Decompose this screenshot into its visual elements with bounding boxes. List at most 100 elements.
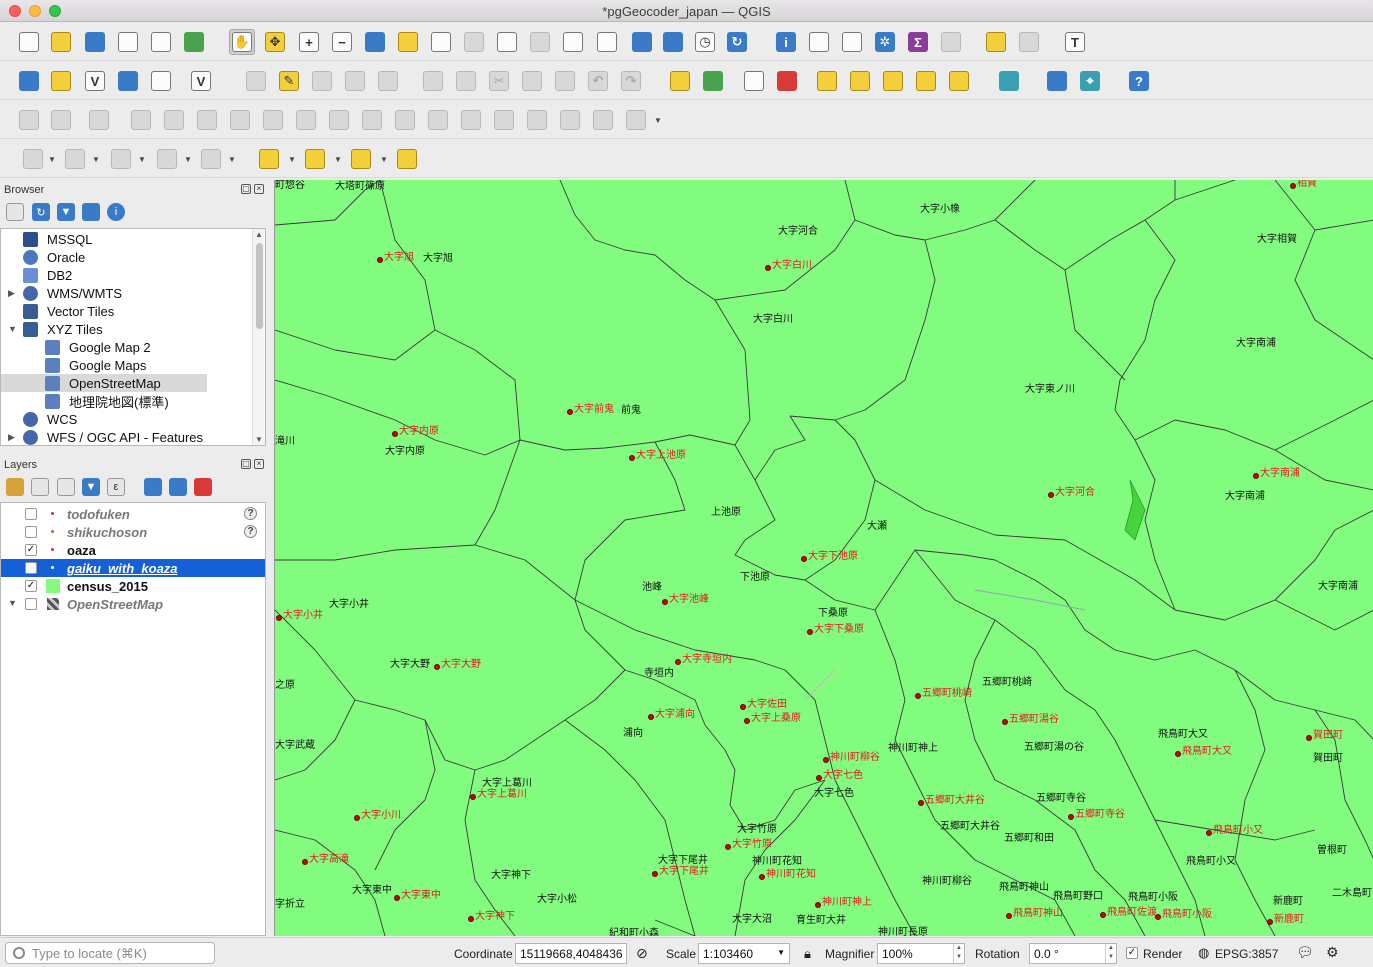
statistical-summary-button[interactable]: Σ	[905, 29, 931, 55]
layer-warning-icon[interactable]: ?	[244, 525, 257, 538]
select-location-button[interactable]	[394, 146, 420, 172]
rectangle-digitize-button[interactable]	[154, 146, 180, 172]
layer-item[interactable]: todofuken?	[1, 505, 265, 523]
crs-plugin-button[interactable]: ⌖	[1077, 68, 1103, 94]
zoom-in-button[interactable]: +	[296, 29, 322, 55]
delete-selected-button[interactable]	[453, 68, 479, 94]
add-virtual-layer-button[interactable]	[148, 68, 174, 94]
redo-button[interactable]: ↷	[618, 68, 644, 94]
modify-attributes-button[interactable]	[420, 68, 446, 94]
pan-map-button[interactable]: ✋	[229, 29, 255, 55]
measure-line-button[interactable]	[938, 29, 964, 55]
reverse-line-button[interactable]	[590, 107, 616, 133]
rotate-symbols-button[interactable]	[557, 107, 583, 133]
toggle-editing-button[interactable]: ✎	[276, 68, 302, 94]
browser-item[interactable]: ▼ XYZ Tiles	[1, 320, 253, 338]
collapse-all-icon[interactable]	[82, 203, 100, 221]
current-edits-button[interactable]	[243, 68, 269, 94]
save-project-button[interactable]	[82, 29, 108, 55]
browser-item[interactable]: Vector Tiles	[1, 302, 253, 320]
layer-visibility-checkbox[interactable]	[25, 508, 37, 520]
browser-scrollbar[interactable]: ▲ ▼	[252, 229, 265, 445]
open-project-button[interactable]	[48, 29, 74, 55]
add-vector-layer-button[interactable]: V	[82, 68, 108, 94]
scroll-down-icon[interactable]: ▼	[255, 435, 263, 444]
digitize-button[interactable]	[342, 68, 368, 94]
layer-visibility-checkbox[interactable]	[25, 526, 37, 538]
show-hide-labels-button[interactable]	[847, 68, 873, 94]
vertex-points-button[interactable]	[86, 107, 112, 133]
text-annotation-button[interactable]: T	[1062, 29, 1088, 55]
copy-features-button[interactable]	[519, 68, 545, 94]
scrollbar-thumb[interactable]	[256, 243, 263, 329]
browser-item[interactable]: MSSQL	[1, 230, 253, 248]
merge-features-button[interactable]	[491, 107, 517, 133]
add-wms-button[interactable]	[115, 68, 141, 94]
new-project-button[interactable]	[16, 29, 42, 55]
crs-button[interactable]: EPSG:3857	[1215, 947, 1278, 961]
layer-item[interactable]: ✓ census_2015	[1, 577, 265, 595]
add-delimited-text-button[interactable]: V	[188, 68, 214, 94]
plugin-update-icon[interactable]: ⚙︎	[1326, 944, 1339, 961]
delete-part-button[interactable]	[326, 107, 352, 133]
refresh-button[interactable]: ↻	[724, 29, 750, 55]
browser-item[interactable]: 地理院地図(標準)	[1, 392, 253, 410]
temporal-controller-button[interactable]: ◷	[692, 29, 718, 55]
polygon-digitize-button[interactable]	[198, 146, 224, 172]
close-panel-icon[interactable]: ×	[254, 459, 264, 469]
render-checkbox[interactable]: ✓	[1126, 947, 1138, 959]
vertex-tool-button[interactable]	[375, 68, 401, 94]
zoom-out-button[interactable]: −	[329, 29, 355, 55]
browser-item[interactable]: ▶ WMS/WMTS	[1, 284, 253, 302]
close-panel-icon[interactable]: ×	[254, 184, 264, 194]
layer-labeling-red-button[interactable]	[774, 68, 800, 94]
field-calculator-button[interactable]	[839, 29, 865, 55]
pin-labels-button[interactable]	[814, 68, 840, 94]
toolbox-button[interactable]: ✲	[872, 29, 898, 55]
ellipse-dropdown-icon[interactable]: ▼	[138, 155, 146, 164]
coordinate-field[interactable]: 15119668,4048436	[515, 943, 627, 964]
float-panel-icon[interactable]: ▢	[241, 184, 251, 194]
trim-dropdown-icon[interactable]: ▼	[654, 116, 662, 125]
expand-all-icon[interactable]	[144, 478, 162, 496]
delete-ring-button[interactable]	[293, 107, 319, 133]
new-bookmark-button[interactable]	[629, 29, 655, 55]
reshape-button[interactable]	[359, 107, 385, 133]
shape-dropdown-icon[interactable]: ▼	[48, 155, 56, 164]
layer-visibility-checkbox[interactable]: ✓	[25, 544, 37, 556]
move-label-button[interactable]	[880, 68, 906, 94]
collapsed-arrow-icon[interactable]: ▶	[8, 288, 15, 299]
layer-item[interactable]: shikuchoson?	[1, 523, 265, 541]
plugin-globe-button[interactable]	[996, 68, 1022, 94]
zoom-to-selection-button[interactable]	[395, 29, 421, 55]
select-features-button[interactable]	[256, 146, 282, 172]
messages-icon[interactable]: 💬︎	[1296, 944, 1314, 961]
layer-warning-icon[interactable]: ?	[244, 507, 257, 520]
layer-item[interactable]: ▼ OpenStreetMap	[1, 595, 265, 613]
deselect-dropdown-icon[interactable]: ▼	[380, 155, 388, 164]
layer-labeling-button[interactable]	[741, 68, 767, 94]
cut-features-button[interactable]: ✂	[486, 68, 512, 94]
browser-item[interactable]: Google Maps	[1, 356, 253, 374]
select-value-dropdown-icon[interactable]: ▼	[334, 155, 342, 164]
style-layer-icon[interactable]	[6, 478, 24, 496]
new-3d-view-button[interactable]	[594, 29, 620, 55]
map-canvas[interactable]: 大字旭 大字白川 大字前鬼 大字内原 大字上池原 大字河合 大字南浦 大字下池原 大字池峰 大字下…	[274, 180, 1373, 936]
layer-visibility-checkbox[interactable]	[25, 598, 37, 610]
browser-item[interactable]: WCS	[1, 410, 253, 428]
layout-manager-button[interactable]	[148, 29, 174, 55]
trim-extend-button[interactable]	[623, 107, 649, 133]
browser-item[interactable]: DB2	[1, 266, 253, 284]
layer-item[interactable]: ✓ oaza	[1, 541, 265, 559]
split-parts-button[interactable]	[458, 107, 484, 133]
merge-attributes-button[interactable]	[524, 107, 550, 133]
rectangle-dropdown-icon[interactable]: ▼	[184, 155, 192, 164]
add-group-icon[interactable]	[31, 478, 49, 496]
expanded-arrow-icon[interactable]: ▼	[8, 324, 17, 334]
change-label-button[interactable]	[946, 68, 972, 94]
identify-features-button[interactable]: i	[773, 29, 799, 55]
ellipse-digitize-button[interactable]	[108, 146, 134, 172]
show-bookmarks-button[interactable]	[660, 29, 686, 55]
scroll-up-icon[interactable]: ▲	[255, 230, 263, 239]
zoom-to-layer-button[interactable]	[428, 29, 454, 55]
